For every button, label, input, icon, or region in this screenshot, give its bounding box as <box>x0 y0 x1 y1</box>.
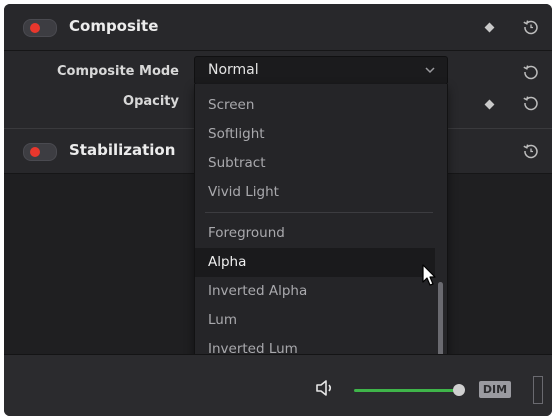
stabilization-reset-icon[interactable] <box>522 142 540 160</box>
stabilization-enable-toggle[interactable] <box>23 143 57 161</box>
audio-meter <box>533 376 543 404</box>
mouse-pointer-icon <box>422 264 436 286</box>
composite-mode-reset-icon[interactable] <box>522 63 540 81</box>
stabilization-title: Stabilization <box>69 141 176 159</box>
option-label: Inverted Alpha <box>208 283 308 299</box>
option-alpha-highlighted[interactable]: Alpha <box>195 248 435 277</box>
option-foreground[interactable]: Foreground <box>195 219 435 248</box>
option-inverted-alpha[interactable]: Inverted Alpha <box>195 277 435 306</box>
composite-mode-label: Composite Mode <box>57 64 179 79</box>
opacity-reset-icon[interactable] <box>522 94 540 112</box>
opacity-label: Opacity <box>123 94 179 109</box>
dropdown-separator <box>205 212 433 213</box>
speaker-icon[interactable] <box>315 379 337 397</box>
toggle-on-indicator <box>30 147 40 157</box>
option-label: Lum <box>208 312 237 328</box>
composite-mode-dropdown: Screen Softlight Subtract Vivid Light Fo… <box>194 84 448 371</box>
reset-icon[interactable] <box>522 18 540 36</box>
audio-bar <box>4 354 552 416</box>
dropdown-scrollbar[interactable] <box>438 282 443 360</box>
option-label: Softlight <box>208 126 265 142</box>
option-subtract[interactable]: Subtract <box>195 149 435 178</box>
composite-header: Composite <box>4 4 552 51</box>
option-label: Alpha <box>208 254 247 270</box>
option-vivid-light[interactable]: Vivid Light <box>195 178 435 207</box>
composite-mode-select[interactable]: Normal <box>194 56 448 85</box>
keyframe-diamond-icon[interactable] <box>484 22 495 33</box>
option-label: Vivid Light <box>208 184 279 200</box>
option-lum[interactable]: Lum <box>195 306 435 335</box>
option-label: Foreground <box>208 225 285 241</box>
composite-mode-value: Normal <box>208 62 259 78</box>
chevron-down-icon <box>425 67 435 74</box>
opacity-keyframe-diamond-icon[interactable] <box>484 99 495 110</box>
composite-title: Composite <box>69 17 159 35</box>
volume-slider-track[interactable] <box>354 389 458 392</box>
option-screen[interactable]: Screen <box>195 91 435 120</box>
option-label: Subtract <box>208 155 266 171</box>
option-label: Screen <box>208 97 255 113</box>
composite-enable-toggle[interactable] <box>23 19 57 37</box>
option-softlight[interactable]: Softlight <box>195 120 435 149</box>
volume-slider-thumb[interactable] <box>453 384 465 396</box>
dim-button[interactable]: DIM <box>479 381 511 398</box>
toggle-on-indicator <box>30 23 40 33</box>
inspector-panel: Composite Composite Mode Opacity Stabili… <box>4 4 552 416</box>
